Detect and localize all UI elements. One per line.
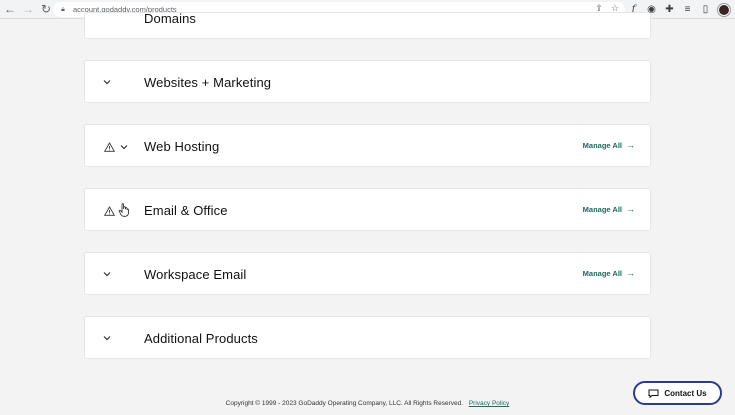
section-email-office[interactable]: Email & Office Manage All →	[84, 188, 651, 231]
section-workspace-email[interactable]: Workspace Email Manage All →	[84, 252, 651, 295]
products-page: Domains Websites + Marketing Web Hosting…	[0, 12, 735, 415]
section-title: Websites + Marketing	[144, 75, 272, 90]
profile-avatar[interactable]	[718, 3, 730, 16]
section-title: Domains	[144, 12, 196, 26]
section-websites-marketing[interactable]: Websites + Marketing	[84, 60, 651, 103]
manage-all-label: Manage All	[582, 268, 622, 278]
contact-us-button[interactable]: Contact Us	[633, 381, 722, 405]
arrow-right-icon: →	[626, 140, 635, 150]
reload-icon[interactable]: ↻	[38, 1, 54, 17]
playlist-icon[interactable]: ≡	[682, 4, 693, 15]
section-domains[interactable]: Domains	[84, 12, 651, 39]
contact-us-label: Contact Us	[664, 388, 707, 398]
manage-all-link[interactable]: Manage All →	[583, 268, 635, 278]
warning-icon	[103, 203, 116, 216]
section-title: Email & Office	[144, 203, 228, 218]
manage-all-link[interactable]: Manage All →	[583, 204, 635, 214]
chevron-down-icon[interactable]	[102, 266, 112, 277]
copyright-text: Copyright © 1999 - 2023 GoDaddy Operatin…	[225, 400, 464, 407]
chevron-down-icon[interactable]	[119, 139, 129, 150]
section-additional-products[interactable]: Additional Products	[84, 316, 651, 359]
hand-cursor-icon	[118, 203, 130, 217]
back-icon[interactable]: ←	[2, 1, 18, 17]
chevron-down-icon[interactable]	[102, 74, 112, 85]
forward-icon[interactable]: →	[20, 1, 36, 17]
chat-icon	[648, 389, 659, 398]
section-title: Web Hosting	[144, 139, 220, 154]
puzzle-icon[interactable]: ✚	[664, 4, 675, 15]
chevron-down-icon[interactable]	[102, 330, 112, 341]
section-title: Additional Products	[144, 331, 258, 346]
arrow-right-icon: →	[626, 268, 635, 278]
lock-icon: 🔒︎	[61, 5, 65, 13]
sidepanel-icon[interactable]: ▯	[700, 4, 711, 15]
page-footer: Copyright © 1999 - 2023 GoDaddy Operatin…	[0, 400, 735, 407]
manage-all-label: Manage All	[582, 204, 622, 214]
section-web-hosting[interactable]: Web Hosting Manage All →	[84, 124, 651, 167]
privacy-policy-link[interactable]: Privacy Policy	[469, 400, 509, 407]
arrow-right-icon: →	[626, 204, 635, 214]
section-title: Workspace Email	[144, 267, 247, 282]
manage-all-label: Manage All	[582, 140, 622, 150]
warning-icon	[103, 139, 116, 152]
manage-all-link[interactable]: Manage All →	[583, 140, 635, 150]
